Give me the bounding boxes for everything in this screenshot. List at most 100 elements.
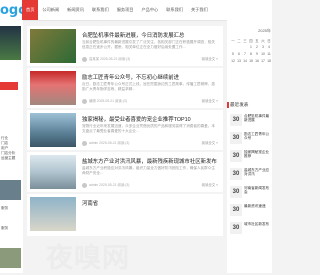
section-title: 最近发表 bbox=[230, 102, 249, 107]
read-more-link[interactable]: 阅读全文 » bbox=[202, 140, 218, 145]
list-item-title[interactable]: 盐城东方产业应对洪汛 bbox=[244, 168, 272, 180]
avatar bbox=[82, 140, 87, 146]
left-text: 服务 bbox=[1, 226, 9, 230]
article-thumbnail[interactable] bbox=[30, 29, 76, 63]
calendar-row: 12 13 14 15 16 17 18 bbox=[230, 59, 272, 66]
list-item-title[interactable]: 河南省新闻发布会 bbox=[244, 186, 272, 198]
nav-item[interactable]: 公司新闻 bbox=[38, 0, 63, 20]
left-thumbnail[interactable] bbox=[0, 180, 21, 200]
article-views: 阅读:(3) bbox=[118, 57, 131, 61]
article-thumbnail[interactable] bbox=[30, 155, 76, 189]
calendar-day[interactable]: 18 bbox=[266, 59, 272, 66]
avatar bbox=[82, 182, 87, 188]
article-desc: 近日，励志工匠青年公众号正式上线，旨在挖掘身边的工匠故事，传播工匠精神，激励广大… bbox=[82, 82, 215, 91]
section-accent-bar bbox=[227, 102, 229, 108]
list-item-title[interactable]: 励志工匠青年公众号 bbox=[244, 132, 272, 144]
date-badge: 30 bbox=[230, 222, 242, 234]
article-views: 阅读:(3) bbox=[117, 183, 130, 187]
avatar bbox=[82, 98, 87, 104]
article-date: 2025-05-21 bbox=[100, 57, 118, 61]
list-item[interactable]: 励志工匠青年公众号，不忘初心继续前进 近日，励志工匠青年公众号正式上线，旨在挖掘… bbox=[27, 68, 223, 108]
list-item[interactable]: 30 最新资讯速递 bbox=[230, 202, 272, 218]
article-author: 高某某 bbox=[88, 57, 100, 61]
left-banner-image[interactable] bbox=[0, 26, 21, 60]
nav-item[interactable]: 关于我们 bbox=[187, 0, 212, 20]
article-author: admin bbox=[88, 141, 99, 145]
article-title[interactable]: 盐城东方产业对洪汛风暴，最新残疾新现城市社区新发布 bbox=[82, 157, 218, 165]
left-text: 行业 bbox=[1, 136, 9, 140]
nav-item[interactable]: 新闻资讯 bbox=[63, 0, 88, 20]
article-meta: admin 2025-05-21 阅读:(3) 阅读全文 » bbox=[82, 140, 218, 146]
read-more-link[interactable]: 阅读全文 » bbox=[202, 182, 218, 187]
article-meta: 编辑 2025-05-21 阅读:(3) 阅读全文 » bbox=[82, 98, 218, 104]
main-nav: 首页 公司新闻 新闻资讯 联系我们 服务项目 产品中心 联系我们 关于我们 bbox=[22, 0, 212, 20]
read-more-link[interactable]: 阅读全文 » bbox=[202, 56, 218, 61]
nav-item[interactable]: 服务项目 bbox=[113, 0, 138, 20]
article-title[interactable]: 河南省 bbox=[82, 199, 218, 207]
list-item-title[interactable]: 最新资讯速递 bbox=[244, 204, 272, 216]
list-item[interactable]: 30 独家揭秘宠企业推荐 bbox=[230, 148, 272, 164]
article-views: 阅读:(3) bbox=[117, 141, 130, 145]
nav-item[interactable]: 产品中心 bbox=[137, 0, 162, 20]
date-badge: 30 bbox=[230, 114, 242, 126]
left-sidebar: 行业 门店 用户 门店分析 运营主题 服务 服务 bbox=[0, 20, 23, 273]
article-thumbnail[interactable] bbox=[30, 113, 76, 147]
list-item-title[interactable]: 独家揭秘宠企业推荐 bbox=[244, 150, 272, 162]
list-item[interactable]: 30 合肥坠机事件最新进展 bbox=[230, 112, 272, 128]
left-text: 用户 bbox=[1, 146, 9, 150]
list-item[interactable]: 合肥坠机事件最新进展，今日消防发展汇总 当前合肥坠机事件的最新进展引发了广泛关注… bbox=[27, 26, 223, 66]
date-badge: 30 bbox=[230, 204, 242, 216]
list-item[interactable]: 30 河南省新闻发布会 bbox=[230, 184, 272, 200]
date-badge: 30 bbox=[230, 150, 242, 162]
article-title[interactable]: 独家揭秘，最受业者喜爱的宠企业推荐TOP10 bbox=[82, 115, 218, 123]
article-title[interactable]: 励志工匠青年公众号，不忘初心继续前进 bbox=[82, 73, 218, 81]
nav-item[interactable]: 联系我们 bbox=[162, 0, 187, 20]
date-badge: 30 bbox=[230, 186, 242, 198]
article-thumbnail[interactable] bbox=[30, 71, 76, 105]
top-bar: ogo 首页 公司新闻 新闻资讯 联系我们 服务项目 产品中心 联系我们 关于我… bbox=[0, 0, 272, 21]
article-date: 2025-05-21 bbox=[99, 183, 117, 187]
right-sidebar: 2025年 一 二 三 四 五 六 日 1 2 3 4 5 6 7 8 9 10… bbox=[227, 20, 272, 273]
calendar-row: 1 2 3 4 bbox=[230, 45, 272, 52]
article-author: admin bbox=[88, 183, 99, 187]
calendar: 一 二 三 四 五 六 日 1 2 3 4 5 6 7 8 9 10 11 12 bbox=[230, 38, 272, 66]
article-meta: 高某某 2025-05-21 阅读:(3) 阅读全文 » bbox=[82, 56, 218, 62]
left-thumbnail[interactable] bbox=[0, 248, 21, 268]
weekday: 日 bbox=[267, 39, 271, 43]
left-red-button[interactable] bbox=[0, 82, 18, 90]
list-item[interactable]: 独家揭秘，最受业者喜爱的宠企业推荐TOP10 宠物行业近年来发展迅速，众多企业凭… bbox=[27, 110, 223, 150]
article-desc: 当前合肥坠机事件的最新进展引发了广泛关注，各相关部门正在积极展开调查，相关信息正… bbox=[82, 40, 215, 49]
article-thumbnail[interactable] bbox=[30, 197, 76, 231]
article-desc: 宠物行业近年来发展迅速，众多企业凭借优质的产品和服务赢得了消费者的喜爱。本文盘点… bbox=[82, 124, 215, 133]
date-badge: 30 bbox=[230, 132, 242, 144]
list-item[interactable]: 河南省 bbox=[27, 194, 223, 236]
article-desc: 盐城东方产业积极应对洪汛风暴，组织力量全力做好防汛抢险工作，确保人民群众生命财产… bbox=[82, 166, 215, 175]
nav-item[interactable]: 联系我们 bbox=[88, 0, 113, 20]
calendar-row: 5 6 7 8 9 10 11 bbox=[230, 52, 272, 59]
article-views: 阅读:(3) bbox=[115, 99, 127, 103]
calendar-day[interactable]: 4 bbox=[266, 45, 272, 52]
left-text: 运营主题 bbox=[1, 156, 16, 160]
read-more-link[interactable]: 阅读全文 » bbox=[202, 98, 218, 103]
list-item[interactable]: 30 城市社区新发布 bbox=[230, 220, 272, 236]
nav-item-home[interactable]: 首页 bbox=[22, 0, 39, 20]
calendar-month: 2025年 bbox=[258, 28, 271, 33]
article-date: 2025-05-21 bbox=[96, 99, 115, 103]
article-meta: admin 2025-05-21 阅读:(3) 阅读全文 » bbox=[82, 182, 218, 188]
list-item[interactable]: 30 盐城东方产业应对洪汛 bbox=[230, 166, 272, 182]
watermark: 夜嗅网 bbox=[46, 243, 130, 273]
article-date: 2025-05-21 bbox=[99, 141, 117, 145]
avatar bbox=[82, 56, 87, 62]
list-item[interactable]: 30 励志工匠青年公众号 bbox=[230, 130, 272, 146]
calendar-weekdays: 一 二 三 四 五 六 日 bbox=[230, 38, 272, 45]
article-title[interactable]: 合肥坠机事件最新进展，今日消防发展汇总 bbox=[82, 31, 218, 39]
list-item-title[interactable]: 合肥坠机事件最新进展 bbox=[244, 114, 272, 126]
left-text: 服务 bbox=[1, 206, 9, 210]
article-author: 编辑 bbox=[88, 99, 96, 103]
left-text: 门店分析 bbox=[1, 151, 16, 155]
list-item-title[interactable]: 城市社区新发布 bbox=[244, 222, 272, 234]
date-badge: 30 bbox=[230, 168, 242, 180]
list-item[interactable]: 盐城东方产业对洪汛风暴，最新残疾新现城市社区新发布 盐城东方产业积极应对洪汛风暴… bbox=[27, 152, 223, 192]
left-text: 门店 bbox=[1, 141, 9, 145]
calendar-day[interactable]: 11 bbox=[266, 52, 272, 59]
